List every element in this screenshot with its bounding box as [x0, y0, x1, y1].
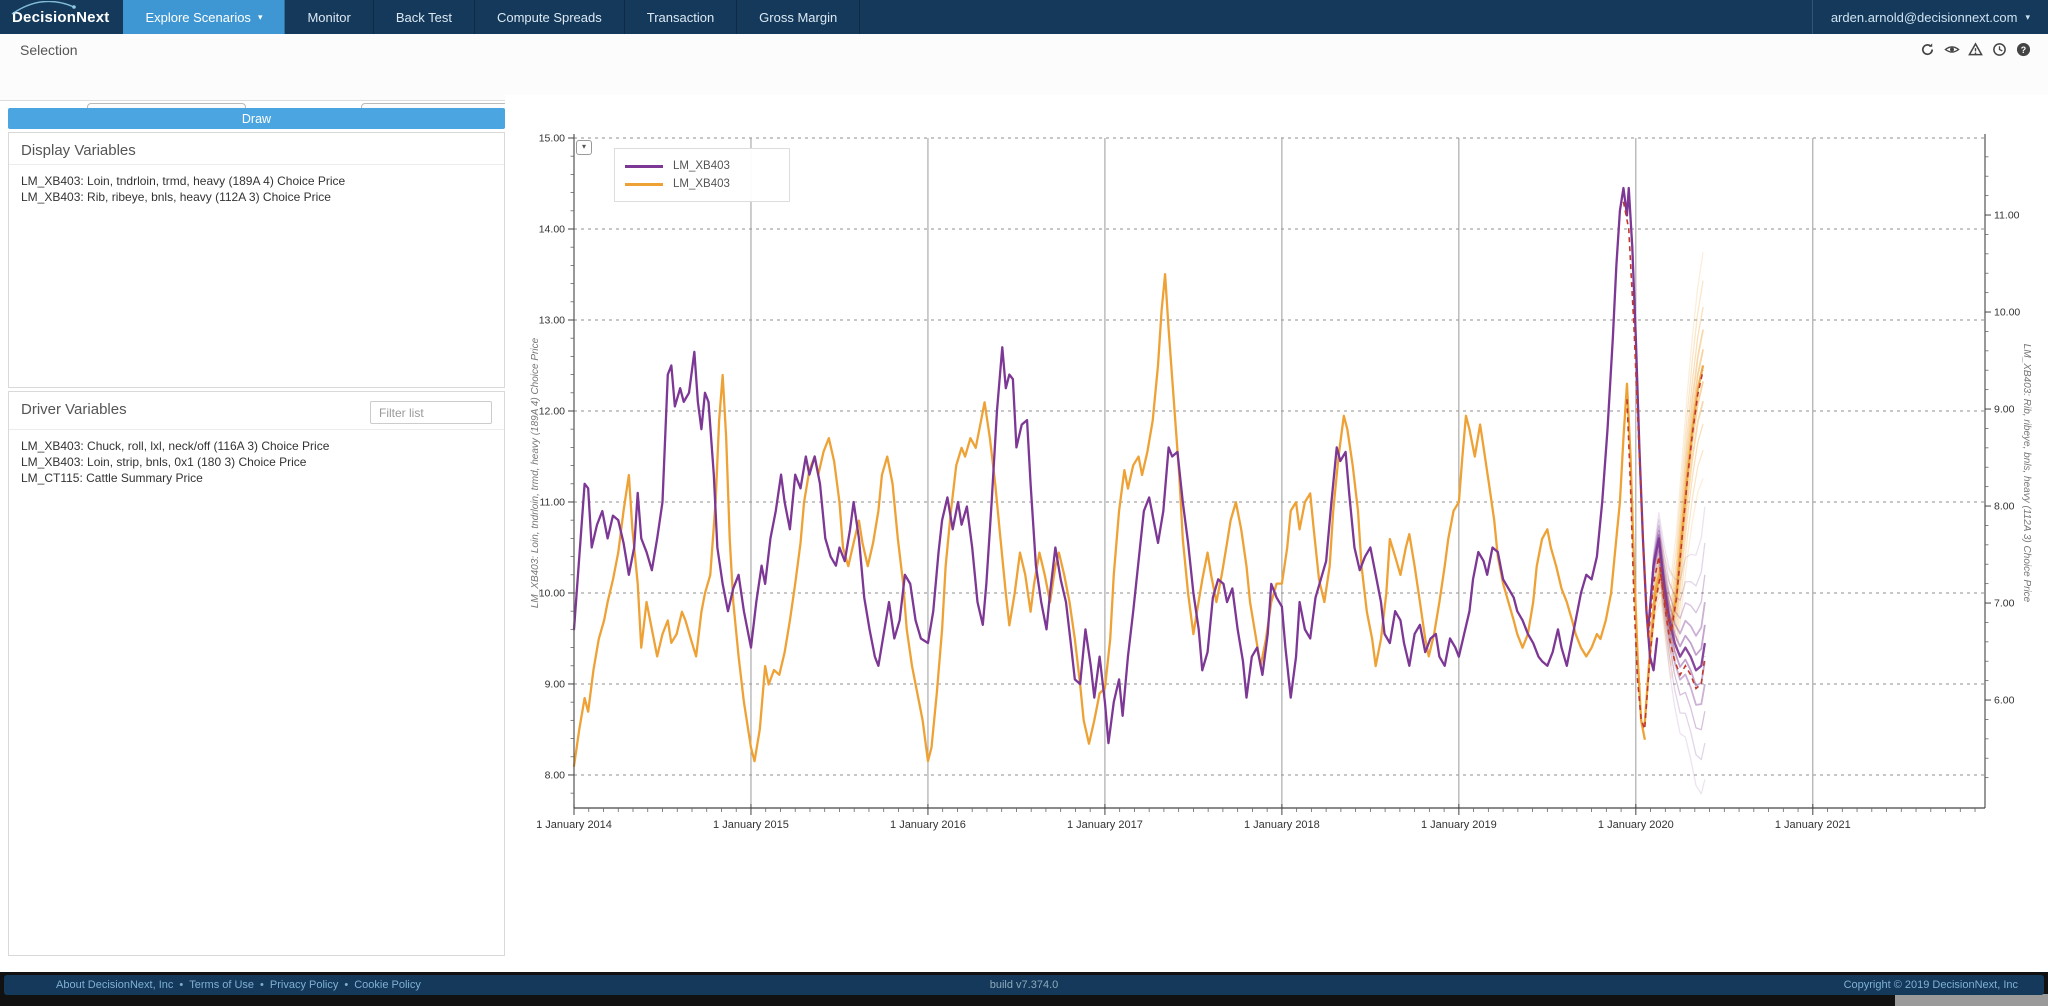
- panel-title: Selection: [20, 42, 78, 58]
- chart-collapse-button[interactable]: ▾: [576, 140, 592, 155]
- driver-variables-title: Driver Variables: [21, 401, 127, 418]
- svg-text:1 January 2021: 1 January 2021: [1775, 819, 1851, 831]
- build-version: build v7.374.0: [4, 979, 2044, 991]
- tab-transaction[interactable]: Transaction: [625, 0, 737, 34]
- logo-swoosh-icon: [8, 1, 86, 15]
- tab-gross-margin[interactable]: Gross Margin: [737, 0, 860, 34]
- help-icon[interactable]: ?: [2015, 41, 2032, 58]
- draw-button[interactable]: Draw: [8, 108, 505, 129]
- price-chart[interactable]: 8.00 9.00 10.00 11.00 12.00 13.00 14.00 15.00 6.…: [505, 95, 2048, 880]
- selection-panel: Selection ? Model: Beef Demo Model ▲▼ Sc…: [0, 34, 2048, 101]
- svg-text:9.00: 9.00: [545, 678, 566, 690]
- chart-legend: LM_XB403 LM_XB403: [614, 148, 790, 202]
- svg-text:1 January 2020: 1 January 2020: [1598, 819, 1674, 831]
- status-icon-row: ?: [1919, 41, 2032, 58]
- svg-text:8.00: 8.00: [545, 769, 566, 781]
- user-email: arden.arnold@decisionnext.com: [1831, 10, 2018, 25]
- series-line-1: [574, 188, 1657, 743]
- svg-text:13.00: 13.00: [539, 314, 565, 326]
- display-variables-title: Display Variables: [21, 142, 136, 159]
- list-item[interactable]: LM_XB403: Loin, tndrloin, trmd, heavy (1…: [21, 173, 492, 189]
- tab-label: Compute Spreads: [497, 10, 602, 25]
- clock-icon[interactable]: [1991, 41, 2008, 58]
- legend-entry: LM_XB403: [625, 175, 779, 193]
- left-axis-title: LM_XB403: Loin, tndrloin, trmd, heavy (1…: [530, 337, 541, 608]
- filter-list-input[interactable]: [370, 401, 492, 424]
- tab-compute-spreads[interactable]: Compute Spreads: [475, 0, 625, 34]
- footer: About DecisionNext, Inc • Terms of Use •…: [4, 975, 2044, 995]
- series-line-0: [574, 274, 1645, 766]
- tab-monitor[interactable]: Monitor: [285, 0, 373, 34]
- tab-label: Explore Scenarios: [145, 10, 251, 25]
- tab-label: Gross Margin: [759, 10, 837, 25]
- tab-label: Monitor: [307, 10, 350, 25]
- svg-text:1 January 2018: 1 January 2018: [1244, 819, 1320, 831]
- user-menu[interactable]: arden.arnold@decisionnext.com ▾: [1812, 0, 2048, 34]
- legend-line-swatch: [625, 183, 663, 186]
- tab-explore-scenarios[interactable]: Explore Scenarios ▾: [123, 0, 285, 34]
- svg-text:8.00: 8.00: [1994, 501, 2015, 513]
- legend-line-swatch: [625, 165, 663, 168]
- svg-text:9.00: 9.00: [1994, 404, 2015, 416]
- driver-variables-panel: Driver Variables LM_XB403: Chuck, roll, …: [8, 391, 505, 956]
- chevron-down-icon: ▾: [258, 12, 263, 23]
- svg-text:11.00: 11.00: [1994, 210, 2020, 222]
- eye-icon[interactable]: [1943, 41, 1960, 58]
- svg-text:6.00: 6.00: [1994, 695, 2015, 707]
- refresh-icon[interactable]: [1919, 41, 1936, 58]
- svg-text:10.00: 10.00: [1994, 307, 2020, 319]
- list-item[interactable]: LM_XB403: Rib, ribeye, bnls, heavy (112A…: [21, 189, 492, 205]
- svg-text:14.00: 14.00: [539, 223, 565, 235]
- legend-label: LM_XB403: [673, 160, 730, 172]
- chart-gridlines: [574, 138, 1985, 808]
- svg-text:10.00: 10.00: [539, 587, 565, 599]
- legend-label: LM_XB403: [673, 178, 730, 190]
- svg-text:1 January 2017: 1 January 2017: [1067, 819, 1143, 831]
- list-item[interactable]: LM_XB403: Loin, strip, bnls, 0x1 (180 3)…: [21, 454, 492, 470]
- tab-label: Back Test: [396, 10, 452, 25]
- svg-text:15.00: 15.00: [539, 133, 565, 145]
- svg-text:1 January 2019: 1 January 2019: [1421, 819, 1497, 831]
- display-variables-panel: Display Variables LM_XB403: Loin, tndrlo…: [8, 132, 505, 388]
- legend-entry: LM_XB403: [625, 157, 779, 175]
- right-axis-title: LM_XB403: Rib, ribeye, bnls, heavy (112A…: [2021, 344, 2032, 603]
- driver-variables-list: LM_XB403: Chuck, roll, lxl, neck/off (11…: [9, 430, 504, 494]
- svg-text:?: ?: [2021, 45, 2026, 55]
- svg-text:12.00: 12.00: [539, 405, 565, 417]
- svg-text:1 January 2016: 1 January 2016: [890, 819, 966, 831]
- svg-text:1 January 2015: 1 January 2015: [713, 819, 789, 831]
- app-logo: DecisionNext: [0, 0, 123, 34]
- warning-triangle-icon[interactable]: [1967, 41, 1984, 58]
- chevron-down-icon: ▾: [2025, 12, 2030, 23]
- tab-label: Transaction: [647, 10, 714, 25]
- svg-text:7.00: 7.00: [1994, 598, 2015, 610]
- top-nav: DecisionNext Explore Scenarios ▾ Monitor…: [0, 0, 2048, 34]
- chart-region: 8.00 9.00 10.00 11.00 12.00 13.00 14.00 15.00 6.…: [505, 95, 2048, 880]
- display-variables-list: LM_XB403: Loin, tndrloin, trmd, heavy (1…: [9, 165, 504, 213]
- list-item[interactable]: LM_CT115: Cattle Summary Price: [21, 470, 492, 486]
- tab-back-test[interactable]: Back Test: [374, 0, 475, 34]
- svg-text:11.00: 11.00: [540, 496, 566, 508]
- list-item[interactable]: LM_XB403: Chuck, roll, lxl, neck/off (11…: [21, 438, 492, 454]
- chart-axes: 8.00 9.00 10.00 11.00 12.00 13.00 14.00 15.00 6.…: [536, 133, 2020, 832]
- svg-text:1 January 2014: 1 January 2014: [536, 819, 612, 831]
